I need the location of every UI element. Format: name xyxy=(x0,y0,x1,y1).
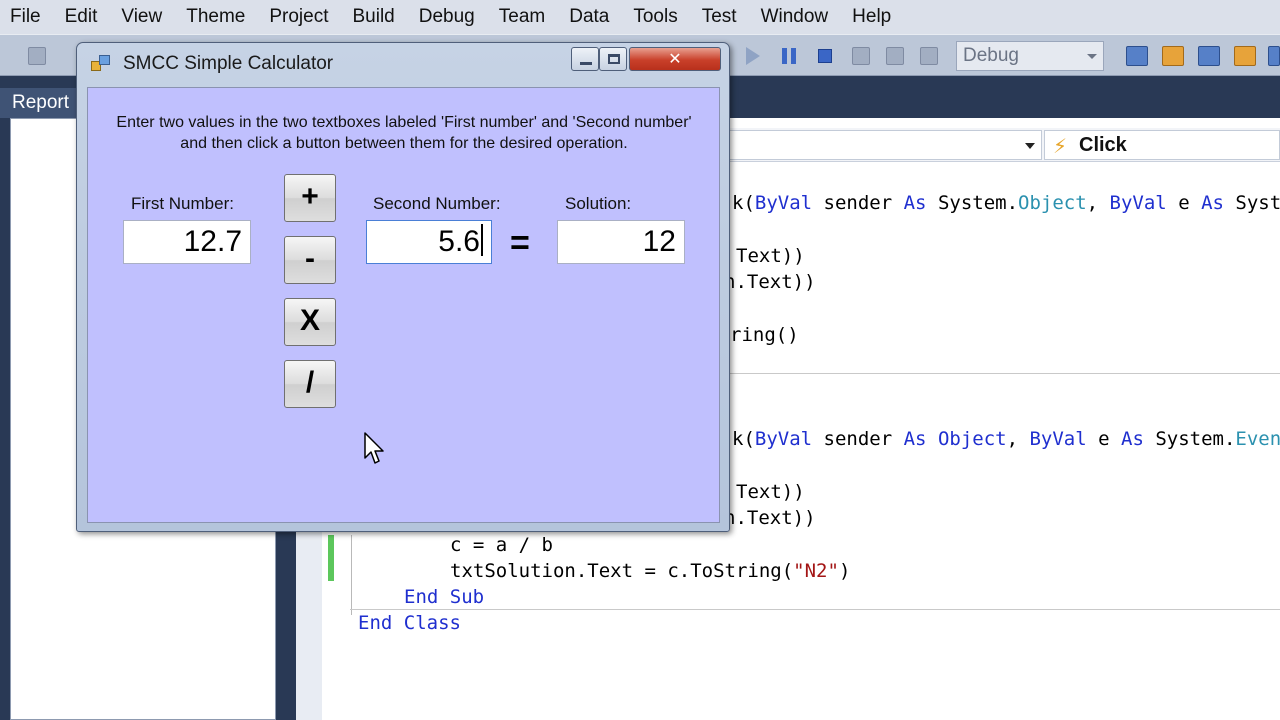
solution-label: Solution: xyxy=(565,194,632,213)
menu-file[interactable]: File xyxy=(0,0,53,34)
app-icon xyxy=(91,55,111,73)
method-separator xyxy=(350,609,1280,610)
instructions-text: Enter two values in the two textboxes la… xyxy=(116,114,692,152)
first-number-label: First Number: xyxy=(131,194,234,213)
code-line[interactable]: Text)) xyxy=(736,244,805,268)
menu-help[interactable]: Help xyxy=(840,0,903,34)
event-bolt-icon: ⚡ xyxy=(1053,134,1068,158)
close-icon: ✕ xyxy=(668,49,682,68)
equals-sign: = xyxy=(510,224,530,262)
second-number-input[interactable]: 5.6 xyxy=(366,220,492,264)
outline-guide xyxy=(351,535,352,615)
menu-debug[interactable]: Debug xyxy=(407,0,487,34)
solution-value: 12 xyxy=(642,225,676,258)
menu-tools[interactable]: Tools xyxy=(621,0,689,34)
first-number-input[interactable]: 12.7 xyxy=(123,220,251,264)
menu-edit[interactable]: Edit xyxy=(53,0,110,34)
step-out-icon[interactable] xyxy=(920,47,938,65)
method-name-select[interactable]: ⚡ Click xyxy=(1044,130,1280,160)
code-line[interactable]: n.Text)) xyxy=(724,270,816,294)
code-line-end-class[interactable]: End Class xyxy=(358,611,461,635)
properties-icon[interactable] xyxy=(1198,46,1220,66)
code-line[interactable]: c = a / b xyxy=(450,533,553,557)
calculator-client-area: Enter two values in the two textboxes la… xyxy=(87,87,720,523)
object-browser-icon[interactable] xyxy=(1268,46,1280,66)
multiply-button[interactable]: X xyxy=(284,298,336,346)
config-value: Debug xyxy=(963,45,1019,66)
solution-config-select[interactable]: Debug xyxy=(956,41,1104,71)
report-tab[interactable]: Report xyxy=(0,88,76,118)
close-button[interactable]: ✕ xyxy=(629,47,721,71)
menu-window[interactable]: Window xyxy=(749,0,841,34)
toolbox-icon[interactable] xyxy=(1234,46,1256,66)
stop-icon[interactable] xyxy=(818,49,832,63)
second-number-value: 5.6 xyxy=(438,225,480,258)
method-name-value: Click xyxy=(1079,134,1127,156)
start-debugging-icon[interactable] xyxy=(746,47,760,65)
change-indicator xyxy=(328,535,334,581)
solution-explorer-icon[interactable] xyxy=(1162,46,1184,66)
add-button[interactable]: + xyxy=(284,174,336,222)
chevron-down-icon xyxy=(1087,54,1097,59)
step-over-icon[interactable] xyxy=(886,47,904,65)
code-line[interactable]: ring() xyxy=(730,323,799,347)
method-separator xyxy=(730,373,1280,374)
menu-team[interactable]: Team xyxy=(487,0,557,34)
menu-project[interactable]: Project xyxy=(257,0,340,34)
menu-theme[interactable]: Theme xyxy=(174,0,257,34)
code-line-sub2-signature[interactable]: k(ByVal sender As Object, ByVal e As Sys… xyxy=(732,427,1280,451)
subtract-button[interactable]: - xyxy=(284,236,336,284)
window-title: SMCC Simple Calculator xyxy=(123,53,334,74)
divide-button[interactable]: / xyxy=(284,360,336,408)
minimize-button[interactable] xyxy=(571,47,599,71)
code-line[interactable]: Text)) xyxy=(736,480,805,504)
menu-bar: File Edit View Theme Project Build Debug… xyxy=(0,0,1280,34)
editor-gutter xyxy=(296,530,322,720)
report-tab-label: Report xyxy=(12,92,70,113)
chevron-down-icon xyxy=(1025,143,1035,149)
code-line-end-sub[interactable]: End Sub xyxy=(404,585,484,609)
pause-icon[interactable] xyxy=(782,48,796,64)
step-into-icon[interactable] xyxy=(852,47,870,65)
maximize-button[interactable] xyxy=(599,47,627,71)
maximize-icon xyxy=(608,54,620,64)
second-number-label: Second Number: xyxy=(373,194,501,213)
solution-output[interactable]: 12 xyxy=(557,220,685,264)
calculator-window: SMCC Simple Calculator ✕ Enter two value… xyxy=(76,42,730,532)
text-caret xyxy=(481,224,483,256)
code-line[interactable]: n.Text)) xyxy=(724,506,816,530)
menu-data[interactable]: Data xyxy=(557,0,621,34)
new-project-icon[interactable] xyxy=(28,47,46,65)
mouse-pointer-icon xyxy=(364,432,384,464)
first-number-value: 12.7 xyxy=(183,225,242,258)
menu-view[interactable]: View xyxy=(109,0,174,34)
find-icon[interactable] xyxy=(1126,46,1148,66)
code-line[interactable]: txtSolution.Text = c.ToString("N2") xyxy=(450,559,850,583)
menu-test[interactable]: Test xyxy=(690,0,749,34)
code-line-sub1-signature[interactable]: k(ByVal sender As System.Object, ByVal e… xyxy=(732,191,1280,215)
minimize-icon xyxy=(580,62,592,65)
menu-build[interactable]: Build xyxy=(341,0,407,34)
